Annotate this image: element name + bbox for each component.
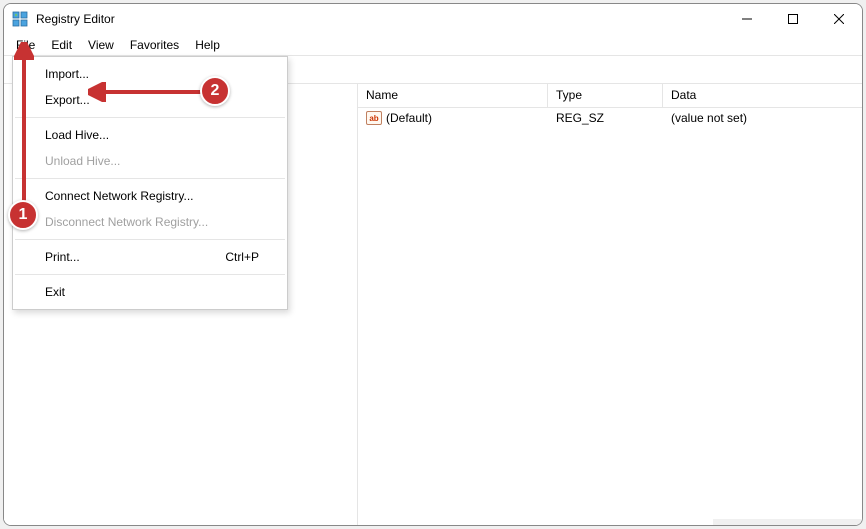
list-body[interactable]: ab (Default) REG_SZ (value not set) [358,108,862,519]
window-controls [724,4,862,34]
menu-separator [15,178,285,179]
menu-item-disconnect-network: Disconnect Network Registry... [13,209,287,235]
menu-favorites[interactable]: Favorites [122,36,187,54]
annotation-arrow-2 [88,82,208,102]
annotation-callout-2: 2 [200,76,230,106]
horizontal-scrollbar[interactable] [713,519,862,525]
menubar: File Edit View Favorites Help [4,34,862,56]
window-title: Registry Editor [36,12,724,26]
minimize-button[interactable] [724,4,770,34]
menu-separator [15,239,285,240]
column-header-type[interactable]: Type [548,84,663,107]
value-name: (Default) [386,111,432,125]
string-value-icon: ab [366,111,382,125]
list-header: Name Type Data [358,84,862,108]
menu-view[interactable]: View [80,36,122,54]
menu-item-unload-hive: Unload Hive... [13,148,287,174]
close-button[interactable] [816,4,862,34]
column-header-name[interactable]: Name [358,84,548,107]
maximize-button[interactable] [770,4,816,34]
value-type: REG_SZ [548,111,663,125]
menu-item-print-label: Print... [45,250,80,264]
menu-item-print-shortcut: Ctrl+P [225,250,259,264]
list-row[interactable]: ab (Default) REG_SZ (value not set) [358,108,862,128]
annotation-arrow-1 [14,42,34,210]
menu-item-print[interactable]: Print... Ctrl+P [13,244,287,270]
value-data: (value not set) [663,111,862,125]
menu-separator [15,274,285,275]
menu-item-exit[interactable]: Exit [13,279,287,305]
list-pane: Name Type Data ab (Default) REG_SZ (valu… [358,84,862,525]
menu-item-connect-network[interactable]: Connect Network Registry... [13,183,287,209]
menu-item-load-hive[interactable]: Load Hive... [13,122,287,148]
menu-edit[interactable]: Edit [43,36,80,54]
annotation-callout-1: 1 [8,200,38,230]
column-header-data[interactable]: Data [663,84,862,107]
regedit-icon [12,11,28,27]
menu-help[interactable]: Help [187,36,228,54]
titlebar: Registry Editor [4,4,862,34]
menu-separator [15,117,285,118]
